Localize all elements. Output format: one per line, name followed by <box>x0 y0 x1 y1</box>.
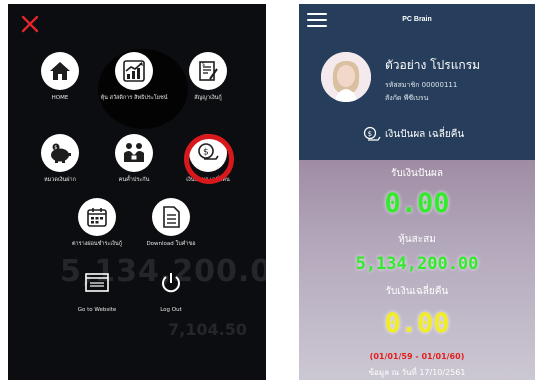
menu-label-repayment-schedule: ตารางผ่อนชำระเงินกู้ <box>71 241 123 247</box>
menu-item-loan-contract[interactable]: $ สัญญาเงินกู้ <box>168 52 248 102</box>
menu-label-download-form: Download ใบคำขอ <box>146 241 196 247</box>
chart-growth-icon <box>115 52 153 90</box>
menu-item-download-form[interactable]: Download ใบคำขอ <box>131 198 211 248</box>
app-title: PC Brain <box>402 16 432 23</box>
menu-item-deposit[interactable]: $ หมวดเงินฝาก <box>20 134 100 184</box>
power-icon <box>152 264 190 302</box>
menu-screen: 5,134,200.00 7,104.50 HOME หุ้น สวัสดิกา… <box>8 4 266 380</box>
average-return-label: รับเงินเฉลี่ยคืน <box>385 286 449 297</box>
svg-text:$: $ <box>368 130 372 138</box>
menu-item-home[interactable]: HOME <box>20 52 100 102</box>
menu-label-website: Go to Website <box>77 307 117 313</box>
calendar-icon <box>78 198 116 236</box>
top-bar: PC Brain <box>299 4 535 36</box>
background-small-amount: 7,104.50 <box>168 320 247 339</box>
menu-item-guarantor[interactable]: คนค้ำประกัน <box>94 134 174 184</box>
stats-panel: รับเงินปันผล 0.00 หุ้นสะสม 5,134,200.00 … <box>299 160 535 380</box>
close-icon[interactable] <box>20 14 40 34</box>
dividend-section-header[interactable]: $ เงินปันผล เฉลี่ยคืน <box>363 126 464 142</box>
website-icon <box>78 264 116 302</box>
highlight-ring <box>184 134 234 184</box>
average-return-value: 0.00 <box>384 308 450 339</box>
menu-item-repayment-schedule[interactable]: ตารางผ่อนชำระเงินกู้ <box>57 198 137 248</box>
dividend-icon: $ <box>363 126 381 141</box>
menu-label-shares: หุ้น สวัสดิการ สิทธิประโยชน์ <box>100 95 168 101</box>
contract-icon: $ <box>189 52 227 90</box>
dividend-screen: PC Brain ตัวอย่าง โปรแกรม รหัสสมาชิก 000… <box>299 4 535 380</box>
avatar <box>321 52 371 102</box>
dividend-received-label: รับเงินปันผล <box>390 168 444 179</box>
svg-text:$: $ <box>202 62 205 68</box>
accumulated-shares-label: หุ้นสะสม <box>398 234 436 245</box>
guarantor-icon <box>115 134 153 172</box>
document-icon <box>152 198 190 236</box>
menu-label-loan-contract: สัญญาเงินกู้ <box>194 95 222 101</box>
menu-item-logout[interactable]: Log Out <box>131 264 211 314</box>
accumulated-shares-value: 5,134,200.00 <box>355 254 479 274</box>
svg-text:$: $ <box>54 145 57 151</box>
home-icon <box>41 52 79 90</box>
menu-label-guarantor: คนค้ำประกัน <box>118 177 150 183</box>
period-range: (01/01/59 - 01/01/60) <box>369 352 465 361</box>
member-id: รหัสสมาชิก 00000111 <box>385 81 458 89</box>
member-branch: สังกัด พีซีเบรน <box>385 94 429 102</box>
user-name: ตัวอย่าง โปรแกรม <box>385 58 481 72</box>
menu-item-website[interactable]: Go to Website <box>57 264 137 314</box>
menu-item-shares[interactable]: หุ้น สวัสดิการ สิทธิประโยชน์ <box>94 52 174 102</box>
menu-label-home: HOME <box>51 95 69 101</box>
menu-label-deposit: หมวดเงินฝาก <box>44 177 76 183</box>
menu-label-logout: Log Out <box>160 307 182 313</box>
dividend-section-label: เงินปันผล เฉลี่ยคืน <box>385 128 465 140</box>
piggy-bank-icon: $ <box>41 134 79 172</box>
profile-card: ตัวอย่าง โปรแกรม รหัสสมาชิก 00000111 สัง… <box>299 36 535 160</box>
data-as-of: ข้อมูล ณ วันที่ 17/10/2561 <box>368 368 466 377</box>
dividend-received-value: 0.00 <box>384 188 450 219</box>
